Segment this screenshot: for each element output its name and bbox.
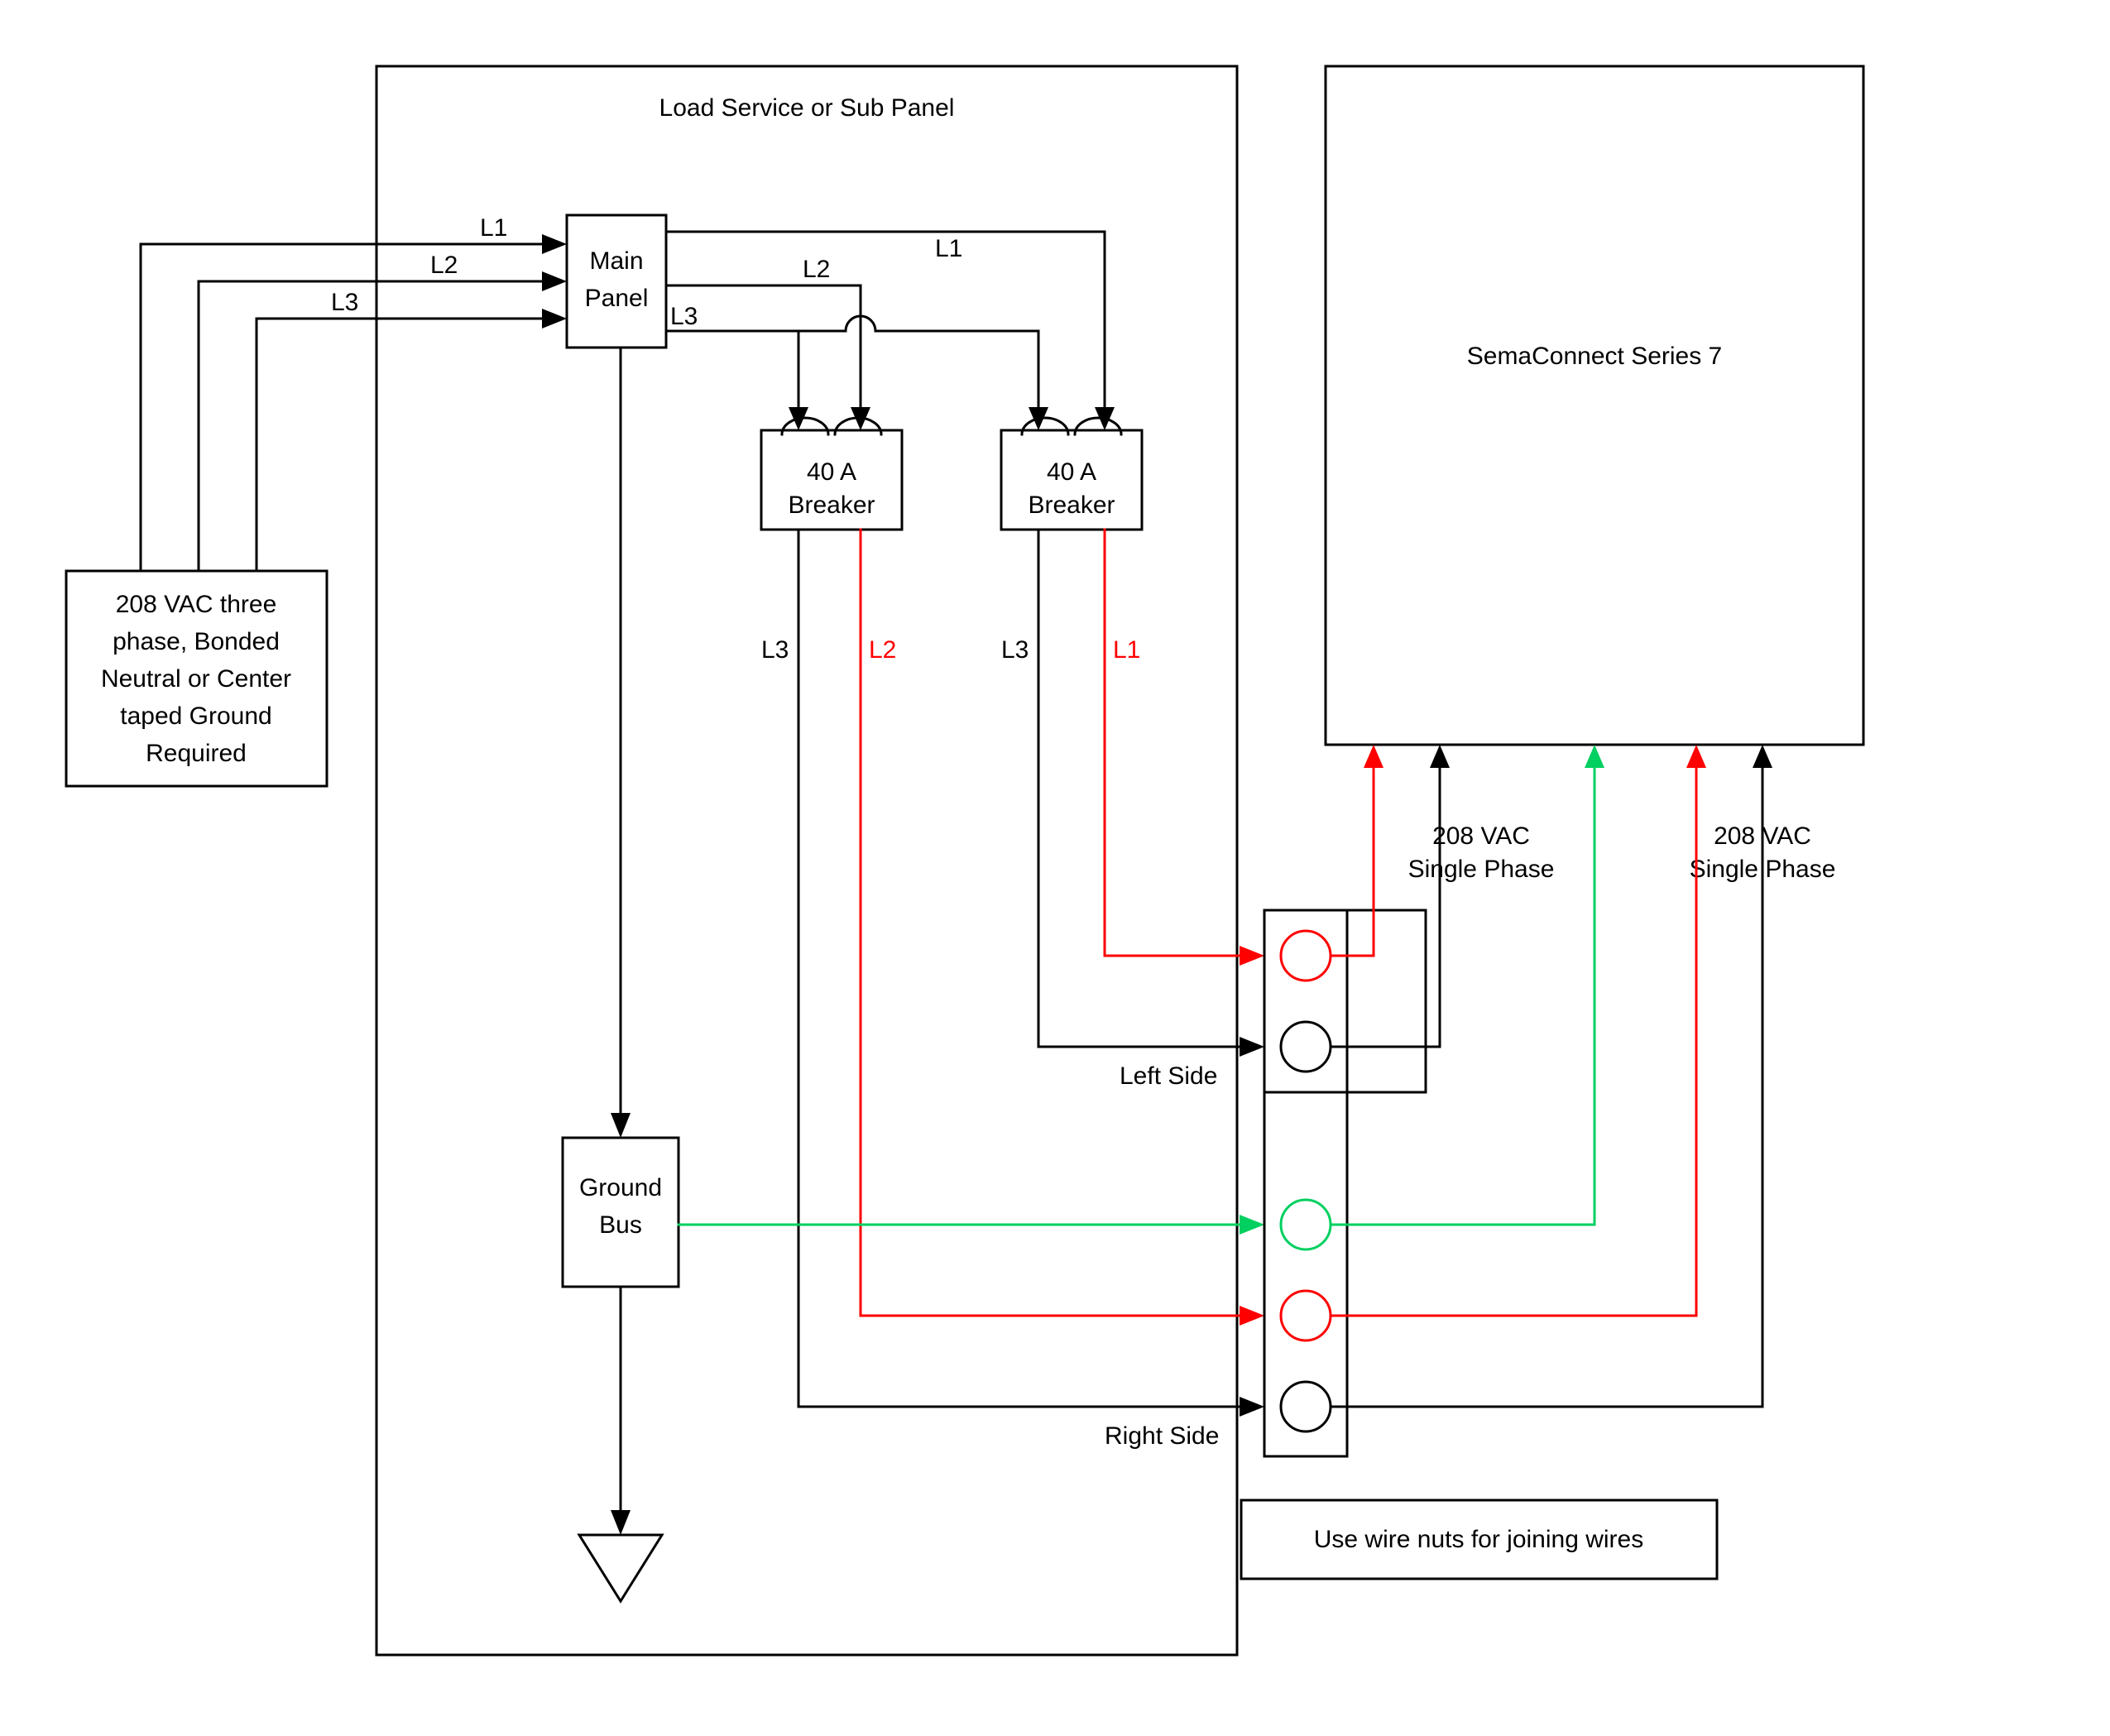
label-L3-top: L3 xyxy=(670,303,698,330)
label-L3-bl: L3 xyxy=(761,636,789,664)
source-line4: taped Ground xyxy=(120,703,271,730)
breaker-left-line1: 40 A xyxy=(807,458,856,486)
wire-BL-L2 xyxy=(861,530,1244,1316)
vac-left-line1: 208 VAC xyxy=(1432,822,1530,850)
breaker-right-line1: 40 A xyxy=(1047,458,1096,486)
source-line2: phase, Bonded xyxy=(113,628,280,655)
arrow-BR-L3 xyxy=(1240,1037,1264,1057)
label-L3-br: L3 xyxy=(1001,636,1029,664)
ground-symbol-icon xyxy=(579,1535,662,1601)
arrow-t4-dev xyxy=(1686,745,1706,768)
breaker-left-line2: Breaker xyxy=(788,492,875,519)
wire-src-L3 xyxy=(257,319,546,571)
wire-L3-top-a xyxy=(666,331,798,412)
main-panel-box xyxy=(567,215,666,348)
wire-L3-top-b2 xyxy=(875,331,1038,412)
main-panel-line1: Main xyxy=(589,247,643,275)
breaker-right-line2: Breaker xyxy=(1028,492,1115,519)
breaker-left-arc1 xyxy=(782,418,828,434)
label-L1-top: L1 xyxy=(935,235,962,262)
arrow-src-L3 xyxy=(542,309,567,328)
sub-panel-title: Load Service or Sub Panel xyxy=(659,94,955,122)
wire-nuts-text: Use wire nuts for joining wires xyxy=(1314,1526,1643,1553)
wire-t1-dev xyxy=(1331,763,1374,956)
left-side-label: Left Side xyxy=(1120,1062,1217,1090)
arrow-ground-down xyxy=(611,1510,631,1535)
device-label: SemaConnect Series 7 xyxy=(1467,343,1723,370)
label-L2-bl: L2 xyxy=(869,636,896,664)
terminal-3 xyxy=(1281,1200,1331,1249)
wire-src-L2 xyxy=(199,281,546,571)
arrow-BL-L3 xyxy=(1240,1397,1264,1417)
label-L2-top: L2 xyxy=(803,256,830,283)
label-L3-in: L3 xyxy=(331,289,358,316)
source-line1: 208 VAC three xyxy=(116,591,277,618)
main-panel-line2: Panel xyxy=(585,285,649,312)
arrow-main-ground xyxy=(611,1113,631,1138)
ground-bus-line2: Bus xyxy=(599,1211,642,1239)
terminal-2 xyxy=(1281,1022,1331,1072)
terminal-1 xyxy=(1281,931,1331,981)
arrow-src-L2 xyxy=(542,271,567,291)
arrow-t3-dev xyxy=(1585,745,1604,768)
arrow-t2-dev xyxy=(1430,745,1450,768)
breaker-right-arc2 xyxy=(1075,418,1121,434)
terminal-4 xyxy=(1281,1291,1331,1340)
wire-BR-L1 xyxy=(1105,530,1244,956)
label-L1-in: L1 xyxy=(480,214,507,242)
source-line3: Neutral or Center xyxy=(101,665,291,693)
arrow-src-L1 xyxy=(542,234,567,254)
wiring-diagram: Load Service or Sub Panel 208 VAC three … xyxy=(0,0,2110,1736)
sub-panel-box xyxy=(376,66,1237,1655)
ground-bus-line1: Ground xyxy=(579,1174,662,1201)
arrow-BR-L1 xyxy=(1240,946,1264,966)
breaker-right-arc1 xyxy=(1022,418,1068,434)
device-box xyxy=(1326,66,1863,745)
terminal-panel xyxy=(1264,910,1347,1456)
arrow-BL-L2 xyxy=(1240,1306,1264,1326)
arrow-t1-dev xyxy=(1364,745,1383,768)
source-line5: Required xyxy=(146,740,247,767)
vac-left-line2: Single Phase xyxy=(1408,856,1555,883)
wire-BR-L3 xyxy=(1038,530,1244,1047)
right-side-label: Right Side xyxy=(1105,1422,1219,1450)
label-L1-br: L1 xyxy=(1113,636,1140,664)
label-L2-in: L2 xyxy=(430,252,458,279)
terminal-5 xyxy=(1281,1382,1331,1431)
arrow-ground-green xyxy=(1240,1215,1264,1235)
arrow-t5-dev xyxy=(1753,745,1772,768)
